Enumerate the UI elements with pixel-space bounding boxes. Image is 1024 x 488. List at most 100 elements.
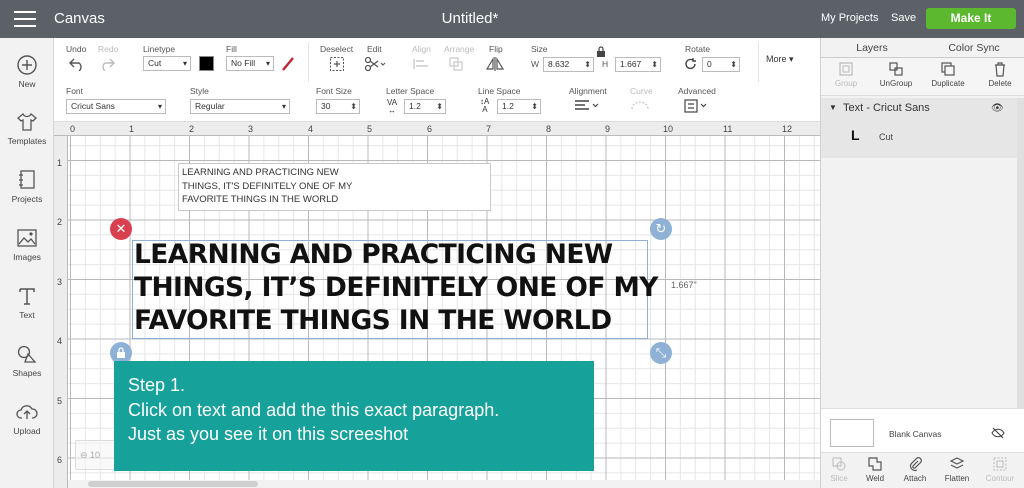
- nav-upload[interactable]: Upload: [0, 401, 54, 436]
- blank-canvas-swatch[interactable]: [830, 419, 874, 447]
- fill-select[interactable]: No Fill: [226, 56, 274, 71]
- nav-new-label: New: [18, 79, 36, 89]
- ungroup-button[interactable]: UnGroup: [871, 61, 921, 88]
- document-title: Untitled*: [441, 10, 499, 27]
- advanced-icon[interactable]: [684, 99, 710, 113]
- attach-button[interactable]: Attach: [891, 456, 939, 483]
- flatten-button[interactable]: Flatten: [933, 456, 981, 483]
- text-line-2: THINGS, IT’S DEFINITELY ONE OF MY: [134, 272, 658, 303]
- height-dimension-label: 1.667": [671, 280, 697, 290]
- shapes-icon: [17, 345, 37, 363]
- more-menu-button[interactable]: More ▾: [766, 54, 794, 65]
- ungroup-icon: [889, 62, 903, 76]
- make-it-button[interactable]: Make It: [926, 8, 1016, 29]
- flip-label: Flip: [489, 44, 503, 54]
- step-title: Step 1.: [128, 375, 186, 395]
- layer-tools: Group UnGroup Duplicate Delete: [821, 58, 1024, 96]
- horizontal-scrollbar[interactable]: [68, 480, 820, 488]
- line-space-input[interactable]: 1.2: [497, 99, 541, 114]
- alignment-label: Alignment: [569, 86, 607, 96]
- attach-label: Attach: [903, 474, 927, 483]
- width-label: W: [531, 59, 540, 69]
- upload-cloud-icon: [16, 405, 38, 419]
- bottom-layer-tools: Slice Weld Attach Flatten Contour: [821, 452, 1024, 488]
- group-icon: [839, 62, 853, 76]
- step-line-2: Click on text and add the this exact par…: [128, 399, 500, 420]
- group-button[interactable]: Group: [821, 61, 871, 88]
- nav-projects[interactable]: Projects: [0, 169, 54, 204]
- layers-scrollbar[interactable]: [1017, 98, 1024, 408]
- style-select[interactable]: Regular: [190, 99, 290, 114]
- font-size-input[interactable]: 30: [316, 99, 360, 114]
- redo-icon[interactable]: [98, 57, 116, 71]
- edit-toolbar: Undo Redo Linetype Cut Fill No Fill Dese…: [54, 38, 820, 122]
- tab-color-sync[interactable]: Color Sync: [923, 42, 1024, 54]
- design-canvas[interactable]: 0 1 2 3 4 5 6 7 8 9 10 11 12 1 2 3 4 5 6…: [54, 122, 820, 488]
- resize-handle-icon[interactable]: ⤡: [650, 342, 672, 364]
- advanced-label: Advanced: [678, 86, 716, 96]
- font-select[interactable]: Cricut Sans: [66, 99, 166, 114]
- delete-handle-icon[interactable]: ✕: [110, 218, 132, 240]
- letter-space-input[interactable]: 1.2: [404, 99, 446, 114]
- duplicate-icon: [941, 62, 955, 76]
- curve-icon: [631, 101, 649, 110]
- nav-shapes-label: Shapes: [12, 368, 42, 378]
- contour-button[interactable]: Contour: [975, 456, 1024, 483]
- editor-line-1: LEARNING AND PRACTICING NEW: [182, 167, 339, 178]
- my-projects-link[interactable]: My Projects: [821, 12, 878, 24]
- nav-text[interactable]: Text: [0, 285, 54, 320]
- rotate-input[interactable]: 0: [702, 57, 740, 72]
- nav-templates[interactable]: Templates: [0, 111, 54, 146]
- save-button[interactable]: Save: [891, 12, 916, 24]
- editor-line-2: THINGS, IT'S DEFINITELY ONE OF MY: [182, 180, 353, 192]
- undo-icon[interactable]: [68, 57, 86, 71]
- size-label: Size: [531, 44, 548, 54]
- tab-layers[interactable]: Layers: [821, 42, 923, 54]
- nav-upload-label: Upload: [13, 426, 41, 436]
- layer-item-text[interactable]: ▼ Text - Cricut Sans 👁 L Cut: [821, 98, 1024, 158]
- width-input[interactable]: 8.632: [543, 57, 594, 72]
- nav-new[interactable]: New: [0, 54, 54, 89]
- edit-label: Edit: [367, 44, 382, 54]
- edit-scissors-icon[interactable]: [364, 56, 386, 72]
- text-icon: [19, 288, 35, 305]
- fill-color-pen-icon[interactable]: [280, 56, 296, 72]
- linetype-label: Linetype: [143, 44, 176, 54]
- eye-visibility-icon[interactable]: 👁: [991, 103, 1004, 114]
- style-label: Style: [190, 86, 209, 96]
- canvas-text-object[interactable]: LEARNING AND PRACTICING NEW THINGS, IT’S…: [134, 238, 658, 337]
- flip-icon[interactable]: [484, 56, 508, 72]
- align-label: Align: [412, 44, 431, 54]
- curve-label: Curve: [630, 86, 653, 96]
- delete-button[interactable]: Delete: [975, 61, 1024, 88]
- shirt-icon: [17, 112, 37, 131]
- nav-images[interactable]: Images: [0, 227, 54, 262]
- step-line-3: Just as you see it on this screeshot: [128, 424, 409, 444]
- height-input[interactable]: 1.667: [615, 57, 661, 72]
- zoom-control[interactable]: ⊖ 10: [75, 440, 119, 470]
- letter-space-label: Letter Space: [386, 86, 435, 96]
- eye-hidden-icon[interactable]: [991, 427, 1005, 439]
- linetype-color-swatch[interactable]: [199, 56, 214, 71]
- zoom-label: 10: [90, 450, 101, 460]
- alignment-icon[interactable]: [574, 99, 600, 113]
- slice-icon: [832, 457, 846, 471]
- nav-images-label: Images: [13, 252, 41, 262]
- blank-canvas-row[interactable]: Blank Canvas: [821, 408, 1024, 452]
- plus-circle-icon: [17, 55, 37, 75]
- deselect-icon[interactable]: [329, 56, 345, 72]
- trash-icon: [995, 62, 1005, 77]
- text-edit-box[interactable]: LEARNING AND PRACTICING NEW THINGS, IT'S…: [178, 163, 491, 211]
- lock-ratio-icon[interactable]: [596, 46, 606, 57]
- layer-thumbnail: L: [851, 127, 860, 143]
- deselect-label: Deselect: [320, 44, 354, 54]
- linetype-select[interactable]: Cut: [143, 56, 191, 71]
- expand-caret-icon[interactable]: ▼: [829, 103, 837, 112]
- ruler-left: 1 2 3 4 5 6: [54, 136, 68, 488]
- flatten-icon: [949, 457, 965, 469]
- duplicate-button[interactable]: Duplicate: [923, 61, 973, 88]
- rotate-icon: [685, 58, 696, 70]
- rotate-handle-icon[interactable]: ↻: [650, 218, 672, 240]
- nav-shapes[interactable]: Shapes: [0, 343, 54, 378]
- fill-label: Fill: [226, 44, 237, 54]
